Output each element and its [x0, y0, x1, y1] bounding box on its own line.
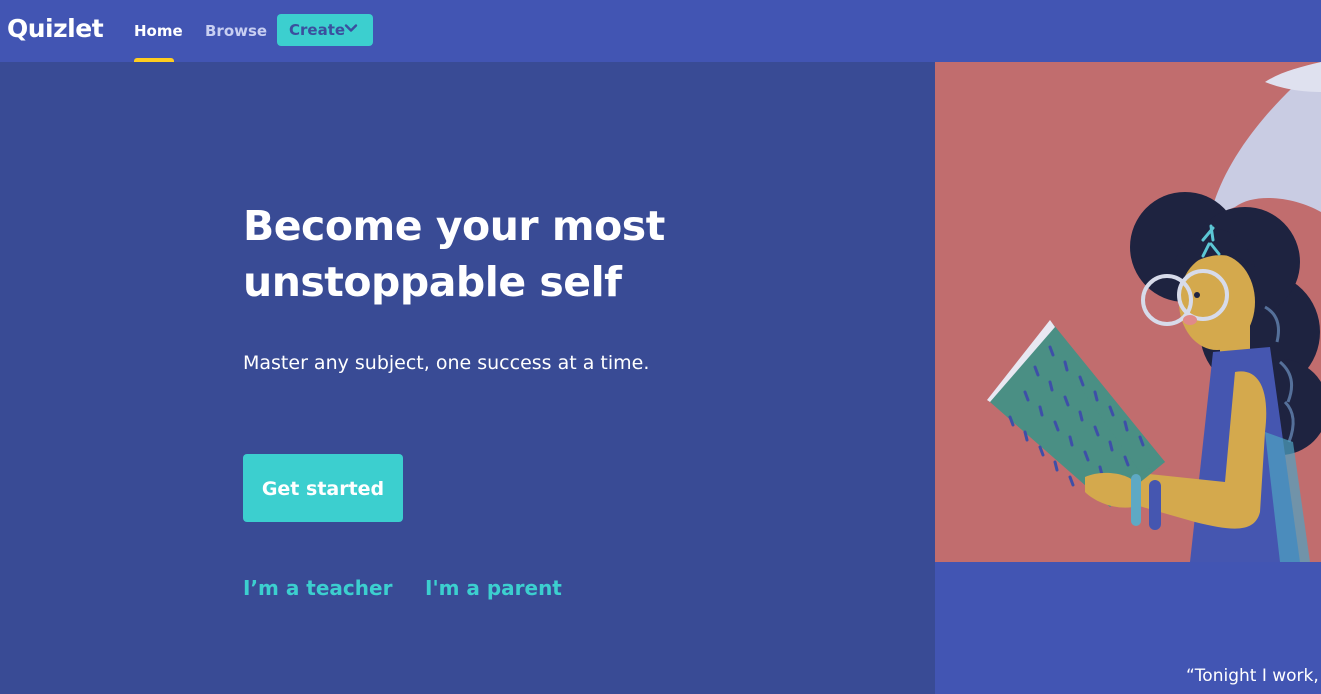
nav-browse-link[interactable]: Browse — [205, 22, 267, 40]
testimonial-quote: “Tonight I work, s — [1186, 666, 1321, 686]
hero-title-line-2: unstoppable self — [243, 258, 622, 306]
parent-link[interactable]: I'm a parent — [425, 576, 562, 600]
get-started-label: Get started — [261, 478, 385, 500]
nav-home-link[interactable]: Home — [134, 22, 183, 40]
chevron-down-icon — [344, 24, 358, 32]
create-button-label: Create — [289, 21, 346, 39]
hero-title-line-1: Become your most — [243, 202, 665, 250]
quizlet-logo[interactable]: Quizlet — [7, 14, 104, 43]
testimonial-panel: “Tonight I work, s — [935, 562, 1321, 694]
active-nav-indicator — [134, 58, 174, 62]
hero-subtitle: Master any subject, one success at a tim… — [243, 352, 650, 374]
get-started-button[interactable]: Get started — [243, 454, 403, 522]
hero-illustration — [935, 62, 1321, 562]
create-dropdown-button[interactable]: Create — [277, 14, 373, 46]
top-navigation-bar: Quizlet Home Browse Create — [0, 0, 1321, 62]
teacher-link[interactable]: I’m a teacher — [243, 576, 392, 600]
student-reading-illustration — [987, 62, 1321, 562]
hero-title: Become your most unstoppable self — [243, 198, 803, 310]
